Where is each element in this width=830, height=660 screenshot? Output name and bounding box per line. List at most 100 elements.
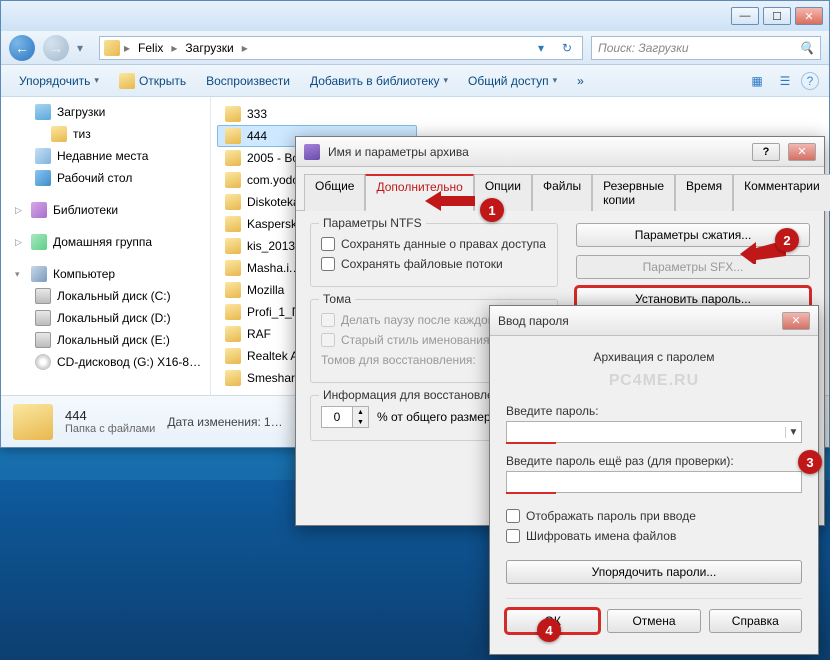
folder-icon <box>225 348 241 364</box>
checkbox-save-streams[interactable]: Сохранять файловые потоки <box>321 254 547 274</box>
file-label: 333 <box>247 107 267 121</box>
organize-passwords-button[interactable]: Упорядочить пароли... <box>506 560 802 584</box>
recent-icon <box>35 148 51 164</box>
homegroup-icon <box>31 234 47 250</box>
help-button[interactable]: Справка <box>709 609 802 633</box>
refresh-button[interactable]: ↻ <box>556 41 578 55</box>
password-dialog: Ввод пароля ✕ Архивация с паролем РС4МЕ.… <box>489 305 819 655</box>
sidebar-item-desktop[interactable]: Рабочий стол <box>1 167 210 189</box>
share-menu[interactable]: Общий доступ <box>460 70 565 92</box>
group-title: Тома <box>319 292 355 306</box>
forward-button[interactable]: → <box>43 35 69 61</box>
folder-icon <box>225 216 241 232</box>
checkbox-save-rights[interactable]: Сохранять данные о правах доступа <box>321 234 547 254</box>
maximize-button[interactable]: ☐ <box>763 7 791 25</box>
callout-3: 3 <box>798 450 822 474</box>
file-item[interactable]: 333 <box>217 103 417 125</box>
tab-время[interactable]: Время <box>675 174 733 211</box>
watermark-text: РС4МЕ.RU <box>506 372 802 390</box>
details-name: 444 <box>65 408 155 423</box>
checkbox-show-password[interactable]: Отображать пароль при вводе <box>506 506 802 526</box>
tab-резервные копии[interactable]: Резервные копии <box>592 174 675 211</box>
close-button[interactable]: ✕ <box>795 7 823 25</box>
folder-icon <box>104 40 120 56</box>
dialog-titlebar[interactable]: Имя и параметры архива ? ✕ <box>296 137 824 167</box>
percent-label: % от общего размера <box>377 410 497 424</box>
spin-up[interactable]: ▲ <box>352 407 368 417</box>
search-placeholder: Поиск: Загрузки <box>598 41 689 55</box>
dialog-titlebar[interactable]: Ввод пароля ✕ <box>490 306 818 336</box>
minimize-button[interactable]: — <box>731 7 759 25</box>
computer-icon <box>31 266 47 282</box>
callout-4: 4 <box>537 618 561 642</box>
folder-icon <box>225 194 241 210</box>
sidebar-item-dvd[interactable]: CD-дисковод (G:) X16-8… <box>1 351 210 373</box>
sidebar-item-recent[interactable]: Недавние места <box>1 145 210 167</box>
breadcrumb-sep: ▸ <box>171 41 177 55</box>
sidebar-item-disk-e[interactable]: Локальный диск (E:) <box>1 329 210 351</box>
tab-общие[interactable]: Общие <box>304 174 365 211</box>
sidebar-item-homegroup[interactable]: ▷Домашняя группа <box>1 231 210 253</box>
sidebar-item-disk-d[interactable]: Локальный диск (D:) <box>1 307 210 329</box>
more-button[interactable]: » <box>569 70 592 92</box>
help-button[interactable]: ? <box>801 72 819 90</box>
percent-spinner[interactable]: ▲▼ <box>321 406 369 428</box>
preview-pane-button[interactable]: ☰ <box>773 70 797 92</box>
cancel-button[interactable]: Отмена <box>607 609 700 633</box>
collapse-icon[interactable]: ▾ <box>15 269 25 280</box>
checkbox-encrypt-names[interactable]: Шифровать имена файлов <box>506 526 802 546</box>
details-subtitle: Папка с файлами <box>65 423 155 435</box>
breadcrumb-sep: ▸ <box>124 41 130 55</box>
details-meta-label: Дата изменения: <box>167 415 261 429</box>
password-underline <box>506 442 556 444</box>
dialog-title: Ввод пароля <box>498 314 774 328</box>
dvd-icon <box>35 354 51 370</box>
breadcrumb-sep: ▸ <box>242 41 248 55</box>
disk-icon <box>35 332 51 348</box>
sidebar-item-computer[interactable]: ▾Компьютер <box>1 263 210 285</box>
chevron-down-icon[interactable]: ▼ <box>785 427 801 438</box>
folder-icon <box>225 172 241 188</box>
back-button[interactable]: ← <box>9 35 35 61</box>
tab-комментарии[interactable]: Комментарии <box>733 174 830 211</box>
search-input[interactable]: Поиск: Загрузки 🔍 <box>591 36 821 60</box>
close-button[interactable]: ✕ <box>788 143 816 161</box>
folder-icon <box>225 260 241 276</box>
file-label: Mozilla <box>247 283 284 297</box>
folder-icon <box>225 150 241 166</box>
folder-icon <box>13 404 53 440</box>
password-repeat-input[interactable] <box>506 471 802 493</box>
expand-icon[interactable]: ▷ <box>15 205 25 216</box>
password-input[interactable]: ▼ <box>506 421 802 443</box>
repeat-password-label: Введите пароль ещё раз (для проверки): <box>506 454 802 468</box>
close-button[interactable]: ✕ <box>782 312 810 330</box>
tab-файлы[interactable]: Файлы <box>532 174 592 211</box>
help-button[interactable]: ? <box>752 143 780 161</box>
nav-history-dropdown[interactable]: ▾ <box>77 41 91 55</box>
spin-down[interactable]: ▼ <box>352 417 368 427</box>
organize-menu[interactable]: Упорядочить <box>11 70 107 92</box>
callout-1: 1 <box>480 198 504 222</box>
file-label: kis_2013 <box>247 239 295 253</box>
play-button[interactable]: Воспроизвести <box>198 70 298 92</box>
arrow-icon <box>425 188 475 214</box>
open-button[interactable]: Открыть <box>111 69 194 93</box>
add-library-menu[interactable]: Добавить в библиотеку <box>302 70 456 92</box>
disk-icon <box>35 310 51 326</box>
view-mode-button[interactable]: ▦ <box>745 70 769 92</box>
breadcrumb-item[interactable]: Загрузки <box>181 39 237 57</box>
explorer-titlebar: — ☐ ✕ <box>1 1 829 31</box>
sidebar-item-tiz[interactable]: тиз <box>1 123 210 145</box>
search-icon: 🔍 <box>799 41 814 55</box>
sidebar-item-libraries[interactable]: ▷Библиотеки <box>1 199 210 221</box>
expand-icon[interactable]: ▷ <box>15 237 25 248</box>
file-label: RAF <box>247 327 271 341</box>
percent-input[interactable] <box>322 407 352 427</box>
breadcrumb-item[interactable]: Felix <box>134 39 167 57</box>
sidebar-item-downloads[interactable]: Загрузки <box>1 101 210 123</box>
breadcrumb[interactable]: ▸ Felix ▸ Загрузки ▸ ▾ ↻ <box>99 36 583 60</box>
sidebar-item-disk-c[interactable]: Локальный диск (C:) <box>1 285 210 307</box>
enter-password-label: Введите пароль: <box>506 404 802 418</box>
folder-icon <box>225 106 241 122</box>
breadcrumb-dropdown[interactable]: ▾ <box>530 41 552 55</box>
